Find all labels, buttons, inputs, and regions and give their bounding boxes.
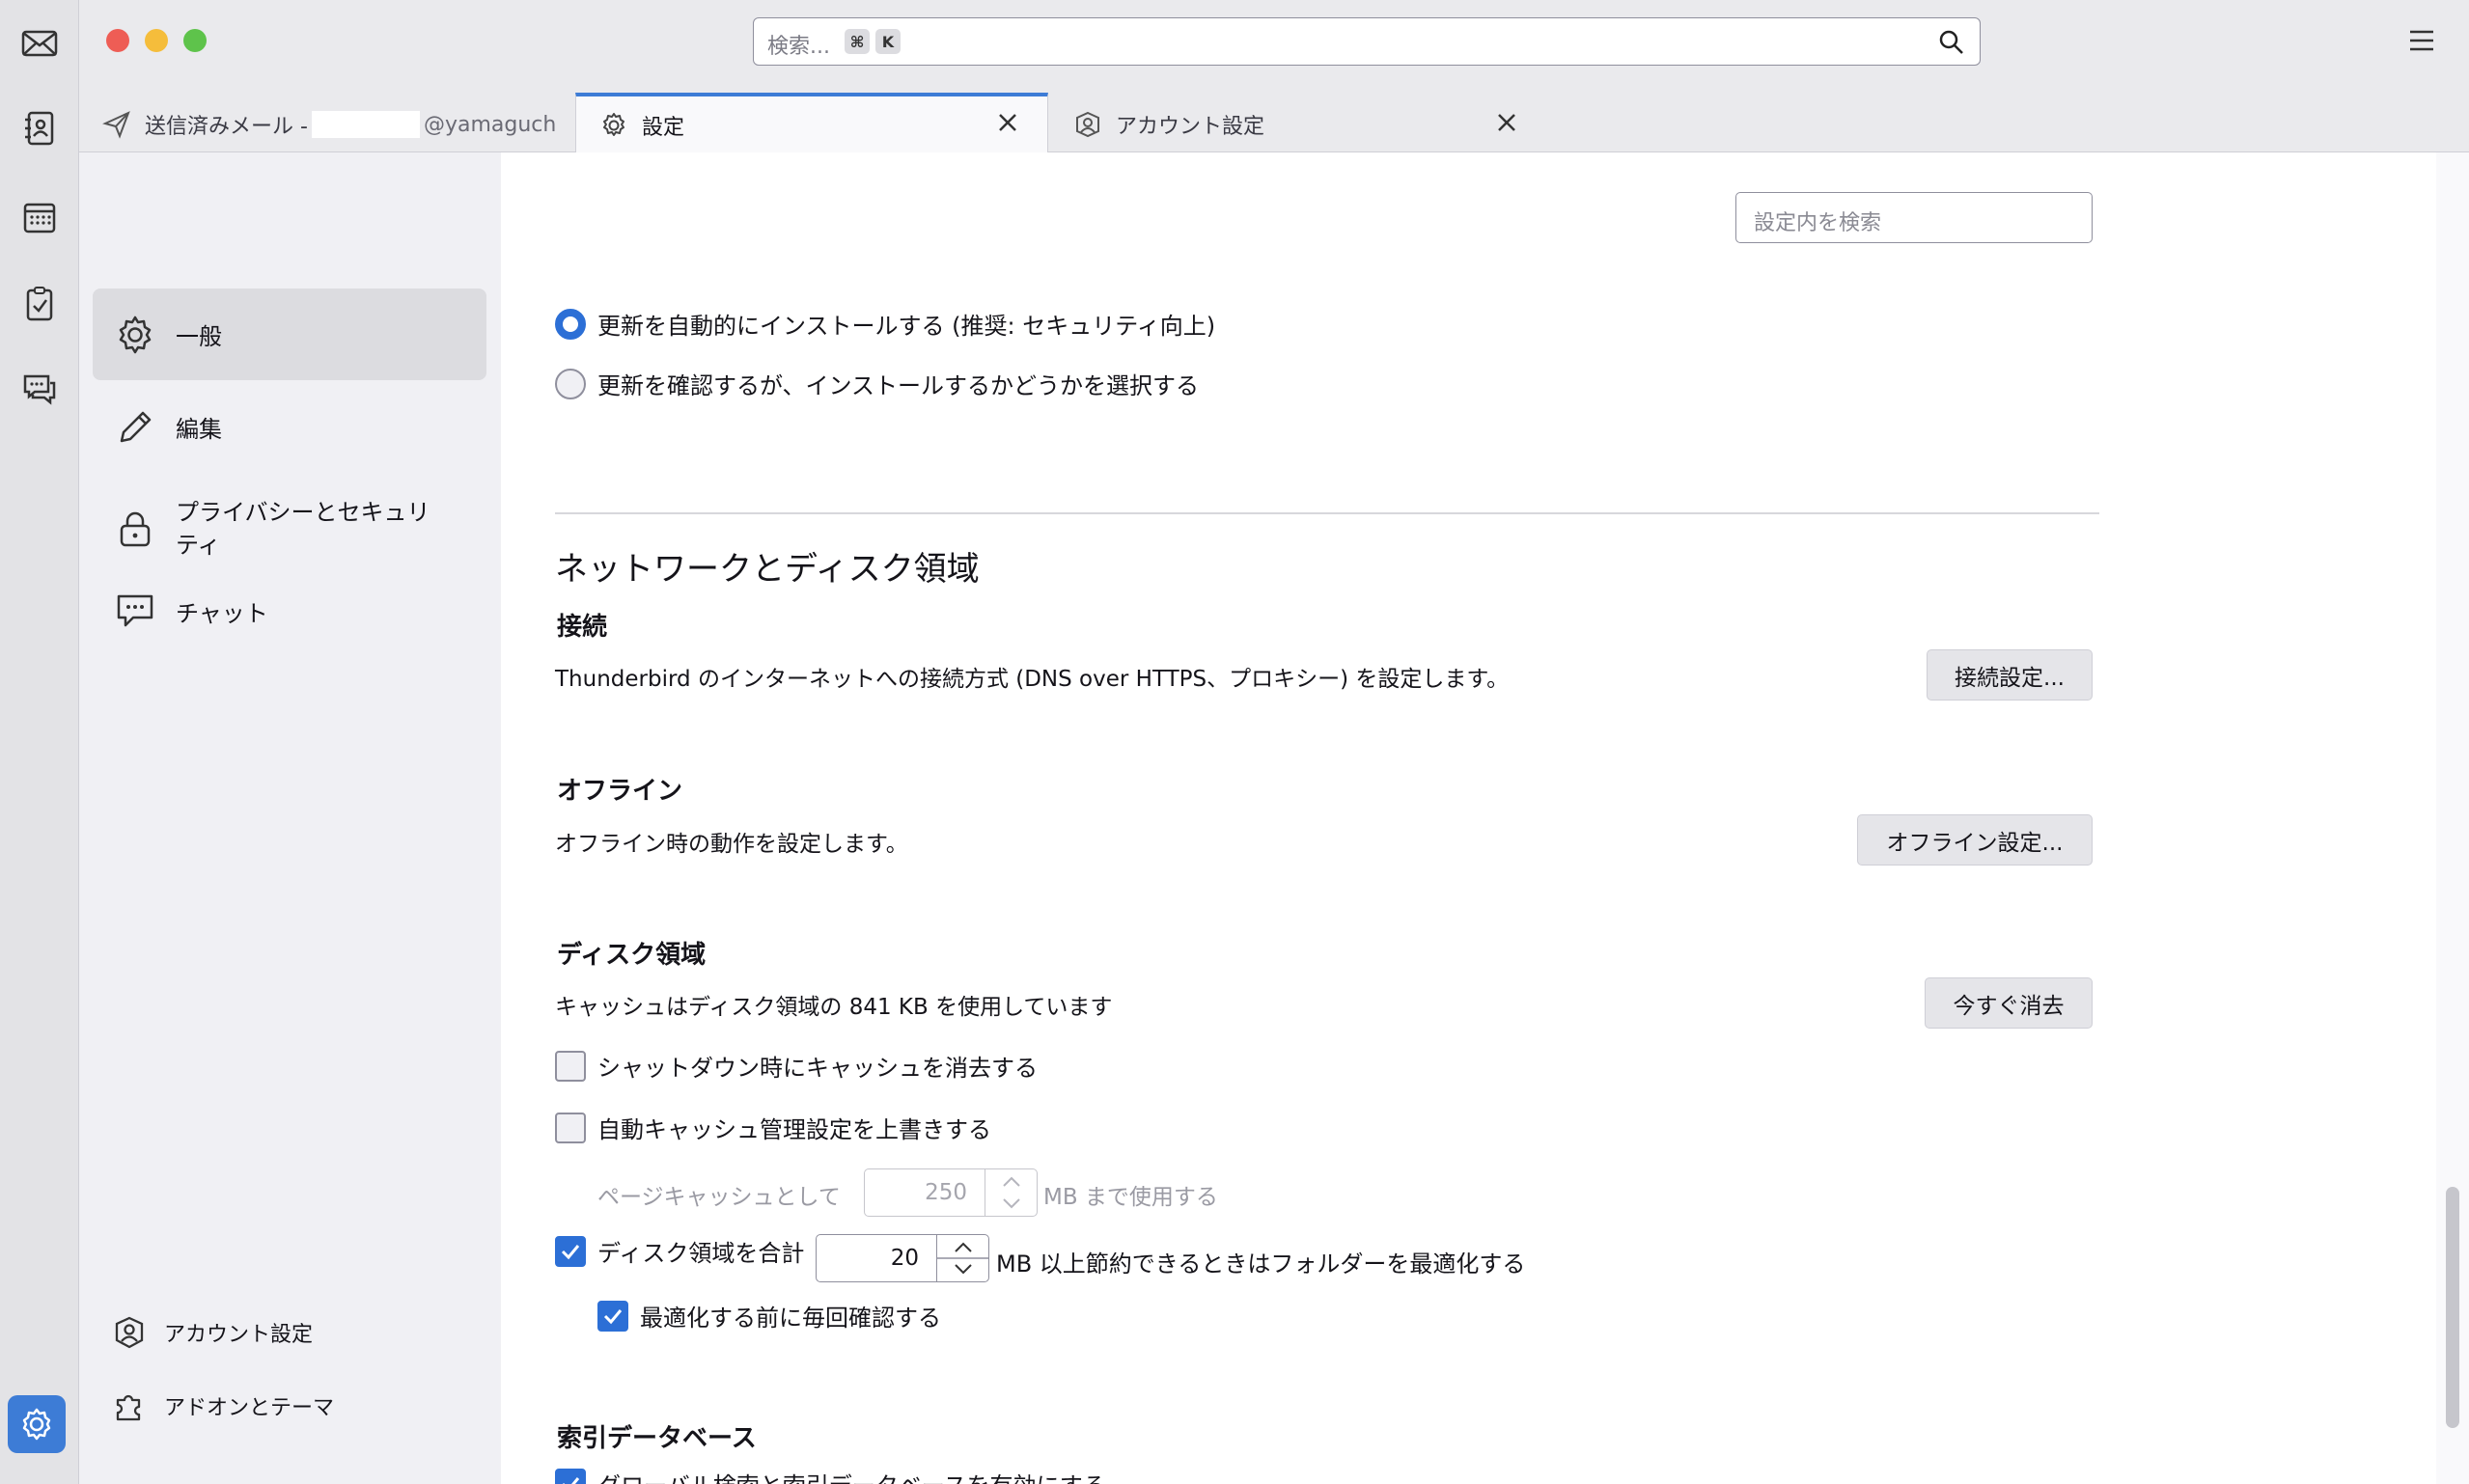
compact-folders-suffix: MB 以上節約できるときはフォルダーを最適化する [996, 1250, 1526, 1278]
global-search-input[interactable]: 検索... ⌘ K [753, 17, 1981, 66]
checkmark-icon [562, 1476, 580, 1484]
tab-account-settings-label: アカウント設定 [1116, 115, 1265, 139]
compact-folders-checkbox[interactable]: ディスク領域を合計 [555, 1234, 804, 1268]
nav-item-label: 一般 [176, 323, 222, 350]
network-disk-heading: ネットワークとディスク領域 [555, 550, 980, 589]
settings-content: 設定内を検索 更新を自動的にインストールする (推奨: セキュリティ向上) 更新… [501, 152, 2436, 1484]
chat-icon [117, 594, 153, 626]
nav-item-composition[interactable]: 編集 [93, 381, 486, 473]
shortcut-command-key: ⌘ [845, 29, 870, 54]
offline-description: オフライン時の動作を設定します。 [555, 832, 908, 857]
offline-settings-button[interactable]: オフライン設定... [1857, 814, 2093, 866]
global-search-placeholder: 検索... [767, 35, 830, 59]
mail-icon[interactable] [12, 15, 68, 71]
spaces-toolbar [0, 0, 79, 1484]
radio-update-auto[interactable]: 更新を自動的にインストールする (推奨: セキュリティ向上) [555, 307, 1215, 341]
page-cache-size-value: 250 [925, 1180, 967, 1205]
close-icon[interactable] [995, 110, 1020, 135]
puzzle-icon [116, 1394, 141, 1421]
enable-index-checkbox[interactable]: グローバル検索と索引データベースを有効にする [555, 1467, 1106, 1484]
radio-update-ask[interactable]: 更新を確認するが、インストールするかどうかを選択する [555, 367, 1199, 400]
checkbox-box[interactable] [555, 1112, 586, 1143]
nav-item-general[interactable]: 一般 [93, 289, 486, 380]
radio-update-ask-label: 更新を確認するが、インストールするかどうかを選択する [597, 372, 1200, 399]
connection-heading: 接続 [557, 613, 608, 642]
send-icon [102, 111, 130, 139]
nav-item-chat[interactable]: チャット [93, 565, 486, 657]
account-icon [1076, 111, 1099, 138]
settings-space-icon[interactable] [8, 1395, 66, 1453]
compact-folders-prefix: ディスク領域を合計 [597, 1240, 805, 1267]
disk-space-heading: ディスク領域 [557, 941, 707, 970]
checkbox-box-checked[interactable] [555, 1468, 586, 1484]
pencil-icon [120, 411, 152, 442]
nav-footer-label: アカウント設定 [164, 1323, 314, 1347]
lock-icon [120, 511, 151, 547]
nav-item-label: 編集 [176, 416, 222, 443]
tab-settings[interactable]: 設定 [575, 93, 1048, 153]
zoom-window-button[interactable] [183, 29, 207, 52]
minimize-window-button[interactable] [145, 29, 168, 52]
checkbox-box-checked[interactable] [597, 1300, 628, 1332]
settings-category-nav: 一般 編集 プライバシーとセキュリティ チャット アカウント設定 アドオンとテー… [79, 152, 501, 1484]
section-divider [555, 512, 2099, 514]
stepper-arrows-icon [937, 1242, 989, 1275]
connection-settings-button[interactable]: 接続設定... [1927, 649, 2093, 701]
address-book-icon[interactable] [12, 100, 68, 156]
tab-settings-label: 設定 [642, 115, 685, 140]
nav-footer-account-settings[interactable]: アカウント設定 [112, 1315, 313, 1350]
clear-cache-button[interactable]: 今すぐ消去 [1925, 977, 2093, 1029]
redacted-address [311, 111, 420, 138]
offline-heading: オフライン [557, 777, 683, 806]
gear-icon [603, 112, 624, 136]
checkbox-box-checked[interactable] [555, 1235, 586, 1267]
compact-threshold-input[interactable]: 20 [816, 1234, 989, 1282]
stepper-arrows-icon [1003, 1176, 1020, 1209]
page-cache-suffix: MB まで使用する [1043, 1185, 1218, 1210]
page-cache-size-input[interactable]: 250 [864, 1168, 1038, 1217]
checkmark-icon [603, 1308, 623, 1324]
radio-selected-indicator[interactable] [555, 308, 586, 340]
tasks-icon[interactable] [12, 276, 68, 332]
nav-item-label: プライバシーとセキュリティ [176, 499, 430, 559]
search-icon[interactable] [1937, 28, 1966, 57]
nav-item-label: チャット [176, 600, 268, 627]
compact-threshold-stepper[interactable] [936, 1235, 989, 1281]
tab-sent-mail-suffix: @yamaguch [423, 112, 557, 137]
tab-bar: 送信済みメール - @yamaguch 設定 アカウント設定 [79, 83, 2469, 153]
close-window-button[interactable] [106, 29, 129, 52]
confirm-compact-label: 最適化する前に毎回確認する [640, 1305, 941, 1332]
calendar-icon[interactable] [12, 189, 68, 245]
compact-threshold-value: 20 [890, 1246, 919, 1271]
tab-account-settings[interactable]: アカウント設定 [1073, 96, 1546, 152]
clear-cache-on-shutdown-label: シャットダウン時にキャッシュを消去する [597, 1055, 1038, 1082]
close-icon[interactable] [1494, 110, 1519, 135]
tab-sent-mail[interactable]: 送信済みメール - @yamaguch [102, 96, 566, 152]
clear-cache-on-shutdown-checkbox[interactable]: シャットダウン時にキャッシュを消去する [555, 1049, 1038, 1083]
override-cache-checkbox[interactable]: 自動キャッシュ管理設定を上書きする [555, 1111, 991, 1144]
cache-usage-description: キャッシュはディスク領域の 841 KB を使用しています [555, 995, 1113, 1020]
tab-sent-mail-label: 送信済みメール - [145, 115, 308, 139]
account-icon [115, 1316, 144, 1349]
chat-icon[interactable] [12, 361, 68, 417]
index-database-heading: 索引データベース [557, 1424, 757, 1453]
checkmark-icon [561, 1244, 580, 1259]
enable-index-label: グローバル検索と索引データベースを有効にする [597, 1467, 1106, 1484]
page-cache-prefix: ページキャッシュとして [597, 1185, 841, 1210]
nav-footer-label: アドオンとテーマ [164, 1396, 335, 1420]
shortcut-k-key: K [875, 29, 901, 54]
override-cache-label: 自動キャッシュ管理設定を上書きする [597, 1116, 991, 1143]
app-menu-icon[interactable] [2407, 27, 2436, 54]
checkbox-box[interactable] [555, 1050, 586, 1082]
radio-indicator[interactable] [555, 368, 586, 399]
title-bar: 検索... ⌘ K [79, 0, 2469, 83]
gear-icon [119, 316, 152, 353]
settings-search-input[interactable]: 設定内を検索 [1735, 192, 2093, 243]
confirm-compact-checkbox[interactable]: 最適化する前に毎回確認する [597, 1299, 941, 1333]
content-scrollbar[interactable] [2446, 1187, 2459, 1428]
nav-footer-addons-themes[interactable]: アドオンとテーマ [112, 1388, 334, 1423]
page-cache-stepper[interactable] [985, 1169, 1037, 1216]
radio-update-auto-label: 更新を自動的にインストールする (推奨: セキュリティ向上) [597, 313, 1216, 340]
connection-description: Thunderbird のインターネットへの接続方式 (DNS over HTT… [555, 667, 1510, 692]
